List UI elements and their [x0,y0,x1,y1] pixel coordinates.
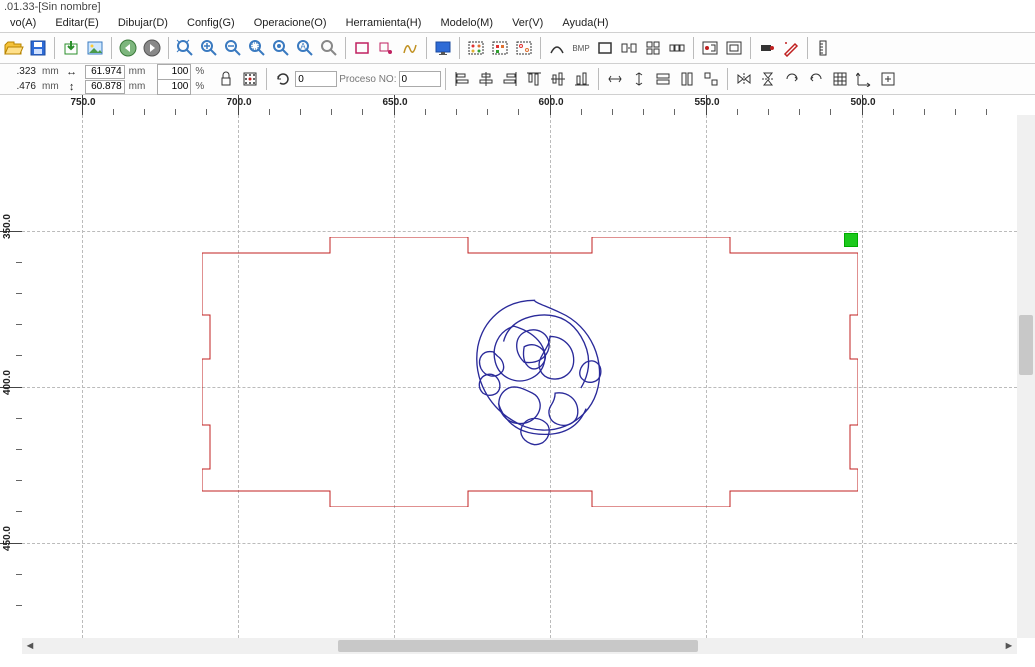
height-arrow-icon: ↕ [65,80,79,94]
width-field[interactable] [85,65,125,79]
lock-aspect-icon[interactable] [216,69,236,89]
window-title: .01.33-[Sin nombre] [0,0,1035,14]
zoom-out-icon[interactable] [223,38,243,58]
same-size-icon[interactable] [701,69,721,89]
import-icon[interactable] [61,38,81,58]
distribute-v-icon[interactable] [629,69,649,89]
layer-dashed-icon[interactable] [514,38,534,58]
save-icon[interactable] [28,38,48,58]
scale-x-unit: % [195,66,204,77]
position-readout: .323 mm ↔ .476 mm ↕ [2,65,79,94]
align-left-icon[interactable] [452,69,472,89]
engrave-icon[interactable] [700,38,720,58]
rotate-270-icon[interactable] [806,69,826,89]
menu-operacion[interactable]: Operacione(O) [246,14,335,32]
height-unit: mm [129,81,146,92]
point-icon[interactable] [376,38,396,58]
ruler-icon[interactable] [814,38,834,58]
zoom-text-icon[interactable]: A [295,38,315,58]
menu-config[interactable]: Config(G) [179,14,243,32]
layer-orange-icon[interactable] [490,38,510,58]
pos-x-value: .323 [2,66,38,78]
process-field[interactable] [399,71,441,87]
back-icon[interactable] [118,38,138,58]
width-arrow-icon: ↔ [65,65,79,79]
svg-text:A: A [300,42,306,51]
array1-icon[interactable] [619,38,639,58]
canvas-area: 750.0 700.0 650.0 600.0 550.0 500.0 350.… [0,95,1035,654]
pos-y-unit: mm [42,81,59,92]
array2-icon[interactable] [643,38,663,58]
bmp-icon[interactable]: BMP [571,38,591,58]
align-middle-icon[interactable] [548,69,568,89]
align-center-icon[interactable] [476,69,496,89]
outline-icon[interactable] [595,38,615,58]
height-field[interactable] [85,80,125,94]
toolbar-main: A BMP [0,33,1035,64]
scale-y-unit: % [195,81,204,92]
pos-y-value: .476 [2,81,38,93]
array3-icon[interactable] [667,38,687,58]
menu-ver[interactable]: Ver(V) [504,14,551,32]
rotate-90-icon[interactable] [782,69,802,89]
path-icon[interactable] [547,38,567,58]
drawing-viewport[interactable] [22,115,1017,638]
menu-dibujar[interactable]: Dibujar(D) [110,14,176,32]
anchor-grid-icon[interactable] [240,69,260,89]
pan-icon[interactable] [319,38,339,58]
same-height-icon[interactable] [677,69,697,89]
align-right-icon[interactable] [500,69,520,89]
tool1-icon[interactable] [757,38,777,58]
grid-snap-icon[interactable] [830,69,850,89]
curve-icon[interactable] [400,38,420,58]
monitor-icon[interactable] [433,38,453,58]
zoom-selection-icon[interactable] [247,38,267,58]
scrollbar-horizontal[interactable]: ◄ ► [22,638,1017,654]
ruler-vertical: 350.0 400.0 450.0 [0,115,23,638]
same-width-icon[interactable] [653,69,673,89]
ruler-horizontal: 750.0 700.0 650.0 600.0 550.0 500.0 [22,95,1017,116]
forward-icon[interactable] [142,38,162,58]
flip-v-icon[interactable] [758,69,778,89]
rotate-icon[interactable] [273,69,293,89]
scale-x-field[interactable] [157,64,191,80]
flip-h-icon[interactable] [734,69,754,89]
scroll-right-icon[interactable]: ► [1001,639,1017,653]
scroll-left-icon[interactable]: ◄ [22,639,38,653]
expand-icon[interactable] [878,69,898,89]
align-bottom-icon[interactable] [572,69,592,89]
toolbar-properties: .323 mm ↔ .476 mm ↕ mm mm % % Proceso NO… [0,64,1035,95]
scrollbar-vertical[interactable] [1017,115,1035,638]
menu-ayuda[interactable]: Ayuda(H) [554,14,616,32]
zoom-in-icon[interactable] [199,38,219,58]
menu-archivo[interactable]: vo(A) [2,14,44,32]
origin-icon[interactable] [854,69,874,89]
rotate-field[interactable] [295,71,337,87]
distribute-h-icon[interactable] [605,69,625,89]
image-icon[interactable] [85,38,105,58]
align-top-icon[interactable] [524,69,544,89]
rectangle-icon[interactable] [352,38,372,58]
menu-editar[interactable]: Editar(E) [47,14,106,32]
layer-red-icon[interactable] [466,38,486,58]
ornament-artwork [452,290,617,455]
size-readout: mm mm [85,65,152,94]
menu-modelo[interactable]: Modelo(M) [432,14,501,32]
menu-bar: vo(A) Editar(E) Dibujar(D) Config(G) Ope… [0,14,1035,33]
scale-block: % % [157,65,208,94]
zoom-fit-icon[interactable] [175,38,195,58]
pos-x-unit: mm [42,66,59,77]
open-icon[interactable] [4,38,24,58]
origin-handle[interactable] [844,233,858,247]
tool2-icon[interactable] [781,38,801,58]
width-unit: mm [129,66,146,77]
scale-y-field[interactable] [157,79,191,95]
cut-icon[interactable] [724,38,744,58]
zoom-object-icon[interactable] [271,38,291,58]
menu-herramienta[interactable]: Herramienta(H) [338,14,430,32]
process-label: Proceso NO: [339,74,396,85]
